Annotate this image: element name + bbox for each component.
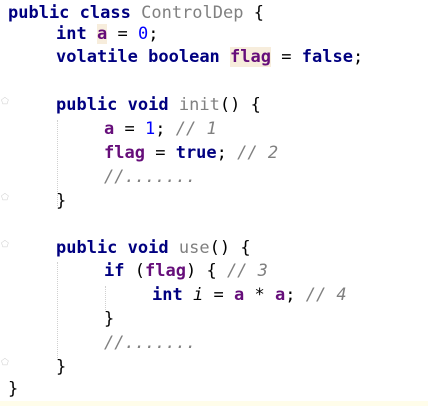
code-line-comment[interactable]: //....... bbox=[104, 165, 196, 189]
code-line-if-flag[interactable]: if (flag) { // 3 bbox=[104, 259, 268, 283]
operator-assign: = bbox=[213, 285, 224, 305]
indent-guide bbox=[57, 262, 59, 360]
close-paren: ) bbox=[185, 261, 197, 281]
field-a: a bbox=[233, 285, 245, 305]
comment: // 1 bbox=[175, 119, 217, 139]
code-editor[interactable]: ⬠ ⬠ ⬠ ⬠ public class ControlDep { int a … bbox=[0, 0, 428, 406]
field-a: a bbox=[104, 119, 115, 139]
parens: () bbox=[219, 95, 241, 115]
close-brace: } bbox=[104, 309, 115, 329]
keyword-void: void bbox=[127, 95, 169, 115]
close-brace: } bbox=[56, 191, 67, 211]
comment: // 3 bbox=[226, 261, 268, 281]
code-line-compute-i[interactable]: int i = a * a; // 4 bbox=[152, 283, 347, 307]
code-line-close-brace[interactable]: } bbox=[56, 355, 66, 379]
open-paren: ( bbox=[134, 261, 145, 281]
comment: // 2 bbox=[237, 143, 279, 163]
semicolon: ; bbox=[285, 285, 296, 305]
fold-icon[interactable]: ⬠ bbox=[1, 193, 9, 203]
code-line-close-brace[interactable]: } bbox=[56, 189, 66, 213]
keyword-int: int bbox=[152, 285, 183, 305]
operator-assign: = bbox=[124, 119, 135, 139]
fold-icon[interactable]: ⬠ bbox=[1, 240, 9, 250]
close-brace: } bbox=[8, 379, 19, 399]
code-line-close-brace[interactable]: } bbox=[104, 307, 114, 331]
keyword-false: false bbox=[301, 47, 353, 67]
semicolon: ; bbox=[148, 24, 159, 44]
field-flag: flag bbox=[230, 47, 271, 67]
local-variable-i: i bbox=[192, 285, 204, 305]
open-brace: { bbox=[240, 238, 251, 258]
method-name-use: use bbox=[178, 238, 210, 258]
field-a: a bbox=[96, 24, 108, 44]
close-brace: } bbox=[56, 357, 67, 377]
keyword-boolean: boolean bbox=[148, 47, 220, 67]
comment: //....... bbox=[104, 333, 197, 353]
code-line-use-method[interactable]: public void use() { bbox=[56, 236, 251, 260]
semicolon: ; bbox=[216, 143, 227, 163]
keyword-if: if bbox=[104, 261, 125, 281]
operator-multiply: * bbox=[254, 285, 265, 305]
field-a: a bbox=[274, 285, 286, 305]
operator-assign: = bbox=[117, 24, 128, 44]
code-line-comment[interactable]: //....... bbox=[104, 331, 196, 355]
semicolon: ; bbox=[352, 47, 364, 67]
code-line-field-flag[interactable]: volatile boolean flag = false; bbox=[56, 45, 363, 69]
open-brace: { bbox=[206, 261, 217, 281]
class-name: ControlDep bbox=[141, 3, 244, 23]
code-line-init-method[interactable]: public void init() { bbox=[56, 93, 261, 117]
field-flag: flag bbox=[144, 261, 186, 281]
keyword-volatile: volatile bbox=[56, 47, 138, 67]
open-brace: { bbox=[253, 3, 264, 23]
comment: //....... bbox=[104, 167, 197, 187]
code-line-assign-flag[interactable]: flag = true; // 2 bbox=[104, 141, 278, 165]
code-line-field-a[interactable]: int a = 0; bbox=[56, 22, 158, 46]
keyword-void: void bbox=[127, 238, 169, 258]
parens: () bbox=[209, 238, 231, 258]
code-line-close-brace[interactable]: } bbox=[8, 377, 18, 401]
current-line-highlight bbox=[0, 401, 428, 406]
operator-assign: = bbox=[281, 47, 292, 67]
number-literal: 0 bbox=[137, 24, 149, 44]
code-line-assign-a[interactable]: a = 1; // 1 bbox=[104, 117, 217, 141]
number-literal: 1 bbox=[145, 119, 156, 139]
method-name-init: init bbox=[178, 95, 220, 115]
semicolon: ; bbox=[155, 119, 166, 139]
keyword-public: public bbox=[56, 238, 118, 258]
operator-assign: = bbox=[155, 143, 166, 163]
keyword-public: public bbox=[56, 95, 118, 115]
field-flag: flag bbox=[104, 143, 145, 163]
keyword-class: class bbox=[79, 3, 131, 23]
keyword-public: public bbox=[8, 3, 70, 23]
keyword-int: int bbox=[56, 24, 87, 44]
fold-icon[interactable]: ⬠ bbox=[1, 358, 9, 368]
open-brace: { bbox=[250, 95, 261, 115]
keyword-true: true bbox=[175, 143, 217, 163]
comment: // 4 bbox=[305, 285, 347, 305]
fold-icon[interactable]: ⬠ bbox=[1, 97, 9, 107]
